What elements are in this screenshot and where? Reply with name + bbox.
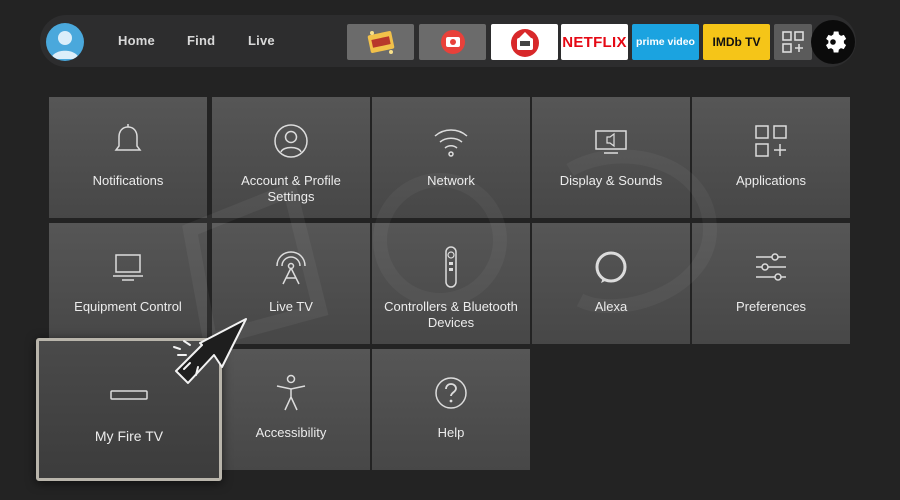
alexa-ring-icon — [595, 251, 627, 283]
tile-label: Accessibility — [255, 425, 327, 440]
profile-icon — [274, 124, 308, 158]
settings-tile-notifications[interactable]: Notifications — [49, 97, 207, 218]
settings-tile-account-profile[interactable]: Account & Profile Settings — [212, 97, 370, 218]
speaker-icon — [595, 130, 627, 154]
tile-label: Controllers & Bluetooth Devices — [384, 299, 518, 330]
apps-grid-icon — [755, 125, 787, 157]
tile-label: Applications — [735, 173, 807, 188]
sliders-icon — [756, 253, 786, 281]
tile-label: Display & Sounds — [559, 173, 663, 188]
settings-tile-alexa[interactable]: Alexa — [532, 223, 690, 344]
tile-label: Preferences — [735, 299, 807, 314]
tile-label: Account & Profile Settings — [241, 173, 341, 204]
settings-tile-preferences[interactable]: Preferences — [692, 223, 850, 344]
tv-icon — [113, 254, 143, 281]
antenna-icon — [276, 251, 306, 285]
settings-tile-help[interactable]: Help — [372, 349, 530, 470]
remote-icon — [445, 246, 457, 288]
tile-label: My Fire TV — [94, 428, 164, 444]
settings-tile-applications[interactable]: Applications — [692, 97, 850, 218]
help-icon — [435, 377, 467, 409]
cursor-arrow-icon — [173, 318, 247, 384]
settings-tile-network[interactable]: Network — [372, 97, 530, 218]
fire-tv-device-icon — [110, 390, 148, 400]
settings-tile-display-sounds[interactable]: Display & Sounds — [532, 97, 690, 218]
tile-label: Alexa — [594, 299, 628, 314]
tile-label: Notifications — [92, 173, 164, 188]
wifi-icon — [434, 129, 468, 157]
tile-label: Help — [437, 425, 465, 440]
tile-label: Network — [427, 173, 475, 188]
accessibility-icon — [276, 374, 306, 411]
settings-tile-controllers-bluetooth[interactable]: Controllers & Bluetooth Devices — [372, 223, 530, 344]
bell-icon — [114, 124, 142, 151]
settings-grid: Notifications Account & Profile Settings… — [0, 0, 900, 500]
